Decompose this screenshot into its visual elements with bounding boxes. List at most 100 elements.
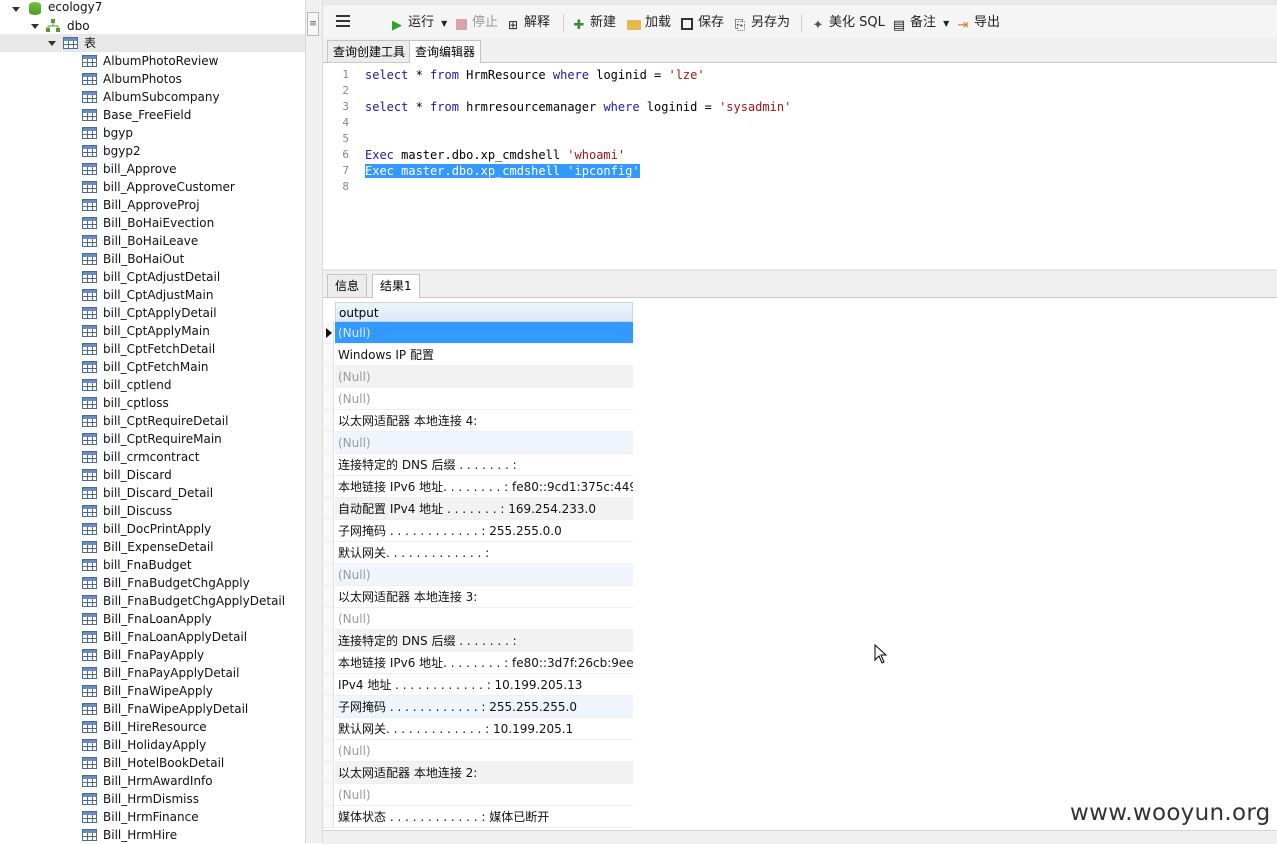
row-indicator[interactable] bbox=[323, 476, 334, 498]
explain-button[interactable]: ⊞ 解释 bbox=[505, 12, 550, 34]
tree-item-table[interactable]: bill_Discuss bbox=[0, 502, 305, 520]
tree-item-table[interactable]: Bill_HrmDismiss bbox=[0, 790, 305, 808]
tree-item-table[interactable]: Bill_FnaLoanApply bbox=[0, 610, 305, 628]
tree-item-table[interactable]: bgyp2 bbox=[0, 142, 305, 160]
table-row[interactable]: (Null) bbox=[323, 608, 634, 630]
row-indicator[interactable] bbox=[323, 608, 334, 630]
tree-item-table[interactable]: Bill_FnaWipeApplyDetail bbox=[0, 700, 305, 718]
grid-cell[interactable]: 子网掩码 . . . . . . . . . . . . : 255.255.0… bbox=[335, 520, 633, 542]
note-button[interactable]: ▤ 备注 ▼ bbox=[891, 12, 949, 34]
expand-arrow-icon[interactable] bbox=[12, 7, 20, 12]
code-line[interactable]: select * from HrmResource where loginid … bbox=[365, 68, 705, 82]
grid-cell[interactable]: 以太网适配器 本地连接 2: bbox=[335, 762, 633, 784]
tab-query-builder[interactable]: 查询创建工具 bbox=[327, 40, 412, 62]
table-row[interactable]: 连接特定的 DNS 后缀 . . . . . . . : bbox=[323, 454, 634, 476]
row-indicator[interactable] bbox=[323, 652, 334, 674]
grid-cell[interactable]: (Null) bbox=[335, 322, 633, 344]
tree-item-table[interactable]: Bill_HireResource bbox=[0, 718, 305, 736]
tree-item-table[interactable]: bgyp bbox=[0, 124, 305, 142]
grid-cell[interactable]: 以太网适配器 本地连接 3: bbox=[335, 586, 633, 608]
tree-item-table[interactable]: AlbumPhotos bbox=[0, 70, 305, 88]
tree-item-table[interactable]: AlbumSubcompany bbox=[0, 88, 305, 106]
row-indicator[interactable] bbox=[323, 388, 334, 410]
tree-item-table[interactable]: bill_CptFetchDetail bbox=[0, 340, 305, 358]
collapse-panel-button[interactable]: ≡ bbox=[307, 12, 319, 36]
tree-item-table[interactable]: Bill_HotelBookDetail bbox=[0, 754, 305, 772]
grid-cell[interactable]: 默认网关. . . . . . . . . . . . . : bbox=[335, 542, 633, 564]
tree-item-table[interactable]: Bill_FnaBudgetChgApplyDetail bbox=[0, 592, 305, 610]
row-indicator[interactable] bbox=[323, 806, 334, 828]
grid-cell[interactable]: 本地链接 IPv6 地址. . . . . . . . : fe80::9cd1… bbox=[335, 476, 633, 498]
grid-cell[interactable]: 子网掩码 . . . . . . . . . . . . : 255.255.2… bbox=[335, 696, 633, 718]
tab-query-editor[interactable]: 查询编辑器 bbox=[409, 40, 482, 63]
new-button[interactable]: ✚ 新建 bbox=[571, 12, 616, 34]
tree-item-table[interactable]: bill_CptRequireDetail bbox=[0, 412, 305, 430]
grid-cell[interactable]: (Null) bbox=[335, 366, 633, 388]
tree-item-table[interactable]: Bill_HrmHire bbox=[0, 826, 305, 843]
row-indicator[interactable] bbox=[323, 762, 334, 784]
tree-item-table[interactable]: Base_FreeField bbox=[0, 106, 305, 124]
tree-item-table[interactable]: Bill_HolidayApply bbox=[0, 736, 305, 754]
grid-cell[interactable]: (Null) bbox=[335, 740, 633, 762]
table-row[interactable]: 本地链接 IPv6 地址. . . . . . . . : fe80::3d7f… bbox=[323, 652, 634, 674]
export-button[interactable]: ⇥ 导出 bbox=[955, 12, 1000, 34]
object-tree[interactable]: ecology7 dbo 表 AlbumPhotoReview AlbumPhot… bbox=[0, 0, 306, 843]
save-button[interactable]: 保存 bbox=[679, 12, 724, 34]
tree-item-table[interactable]: Bill_BoHaiLeave bbox=[0, 232, 305, 250]
menu-icon[interactable] bbox=[336, 15, 350, 27]
grid-cell[interactable]: (Null) bbox=[335, 388, 633, 410]
table-row[interactable]: 子网掩码 . . . . . . . . . . . . : 255.255.2… bbox=[323, 696, 634, 718]
beautify-sql-button[interactable]: ✦ 美化 SQL bbox=[810, 12, 885, 34]
tree-item-table[interactable]: bill_CptApplyMain bbox=[0, 322, 305, 340]
sql-editor[interactable]: 1 2 3 4 5 6 7 8 select * from HrmResource where… bbox=[323, 63, 1277, 269]
run-dropdown-icon[interactable]: ▼ bbox=[441, 19, 447, 28]
tree-item-table[interactable]: Bill_BoHaiOut bbox=[0, 250, 305, 268]
table-row[interactable]: (Null) bbox=[323, 740, 634, 762]
tree-item-table[interactable]: Bill_FnaPayApply bbox=[0, 646, 305, 664]
table-row[interactable]: 连接特定的 DNS 后缀 . . . . . . . : bbox=[323, 630, 634, 652]
table-row[interactable]: (Null) bbox=[323, 322, 634, 344]
table-row[interactable]: 以太网适配器 本地连接 3: bbox=[323, 586, 634, 608]
tree-node-schema[interactable]: dbo bbox=[0, 17, 305, 35]
tree-node-database[interactable]: ecology7 bbox=[0, 0, 305, 18]
tree-item-table[interactable]: AlbumPhotoReview bbox=[0, 52, 305, 70]
table-row[interactable]: 子网掩码 . . . . . . . . . . . . : 255.255.0… bbox=[323, 520, 634, 542]
tree-item-table[interactable]: bill_crmcontract bbox=[0, 448, 305, 466]
table-row[interactable]: 本地链接 IPv6 地址. . . . . . . . : fe80::9cd1… bbox=[323, 476, 634, 498]
grid-cell[interactable]: 自动配置 IPv4 地址 . . . . . . . : 169.254.233… bbox=[335, 498, 633, 520]
row-indicator[interactable] bbox=[323, 784, 334, 806]
tree-item-table[interactable]: bill_CptApplyDetail bbox=[0, 304, 305, 322]
table-row[interactable]: (Null) bbox=[323, 564, 634, 586]
row-indicator[interactable] bbox=[323, 630, 334, 652]
grid-cell[interactable]: 连接特定的 DNS 后缀 . . . . . . . : bbox=[335, 454, 633, 476]
table-row[interactable]: IPv4 地址 . . . . . . . . . . . . : 10.199… bbox=[323, 674, 634, 696]
grid-cell[interactable]: 连接特定的 DNS 后缀 . . . . . . . : bbox=[335, 630, 633, 652]
grid-cell[interactable]: IPv4 地址 . . . . . . . . . . . . : 10.199… bbox=[335, 674, 633, 696]
result-grid[interactable]: output (Null) Windows IP 配置 (Null) (Null) 以太… bbox=[323, 298, 1277, 843]
tree-item-table[interactable]: bill_DocPrintApply bbox=[0, 520, 305, 538]
load-button[interactable]: 加载 bbox=[626, 12, 671, 34]
row-indicator[interactable] bbox=[323, 454, 334, 476]
tree-item-table[interactable]: Bill_BoHaiEvection bbox=[0, 214, 305, 232]
tree-item-table[interactable]: bill_Discard bbox=[0, 466, 305, 484]
table-row[interactable]: Windows IP 配置 bbox=[323, 344, 634, 366]
table-row[interactable]: 以太网适配器 本地连接 4: bbox=[323, 410, 634, 432]
grid-cell[interactable]: Windows IP 配置 bbox=[335, 344, 633, 366]
tree-item-table[interactable]: bill_CptAdjustMain bbox=[0, 286, 305, 304]
row-indicator[interactable] bbox=[323, 696, 334, 718]
expand-arrow-icon[interactable] bbox=[48, 41, 56, 46]
stop-button[interactable]: 停止 bbox=[453, 12, 498, 34]
table-row[interactable]: 媒体状态 . . . . . . . . . . . . : 媒体已断开 bbox=[323, 806, 634, 828]
tree-item-table[interactable]: Bill_ApproveProj bbox=[0, 196, 305, 214]
tab-result1[interactable]: 结果1 bbox=[372, 274, 420, 298]
grid-cell[interactable]: (Null) bbox=[335, 564, 633, 586]
row-indicator[interactable] bbox=[323, 498, 334, 520]
row-indicator[interactable] bbox=[323, 542, 334, 564]
row-indicator[interactable] bbox=[323, 344, 334, 366]
code-line[interactable]: select * from hrmresourcemanager where l… bbox=[365, 100, 791, 114]
row-indicator[interactable] bbox=[323, 740, 334, 762]
grid-cell[interactable]: 以太网适配器 本地连接 4: bbox=[335, 410, 633, 432]
row-indicator[interactable] bbox=[323, 322, 334, 344]
table-row[interactable]: (Null) bbox=[323, 784, 634, 806]
run-button[interactable]: ▶ 运行 ▼ bbox=[389, 12, 447, 34]
